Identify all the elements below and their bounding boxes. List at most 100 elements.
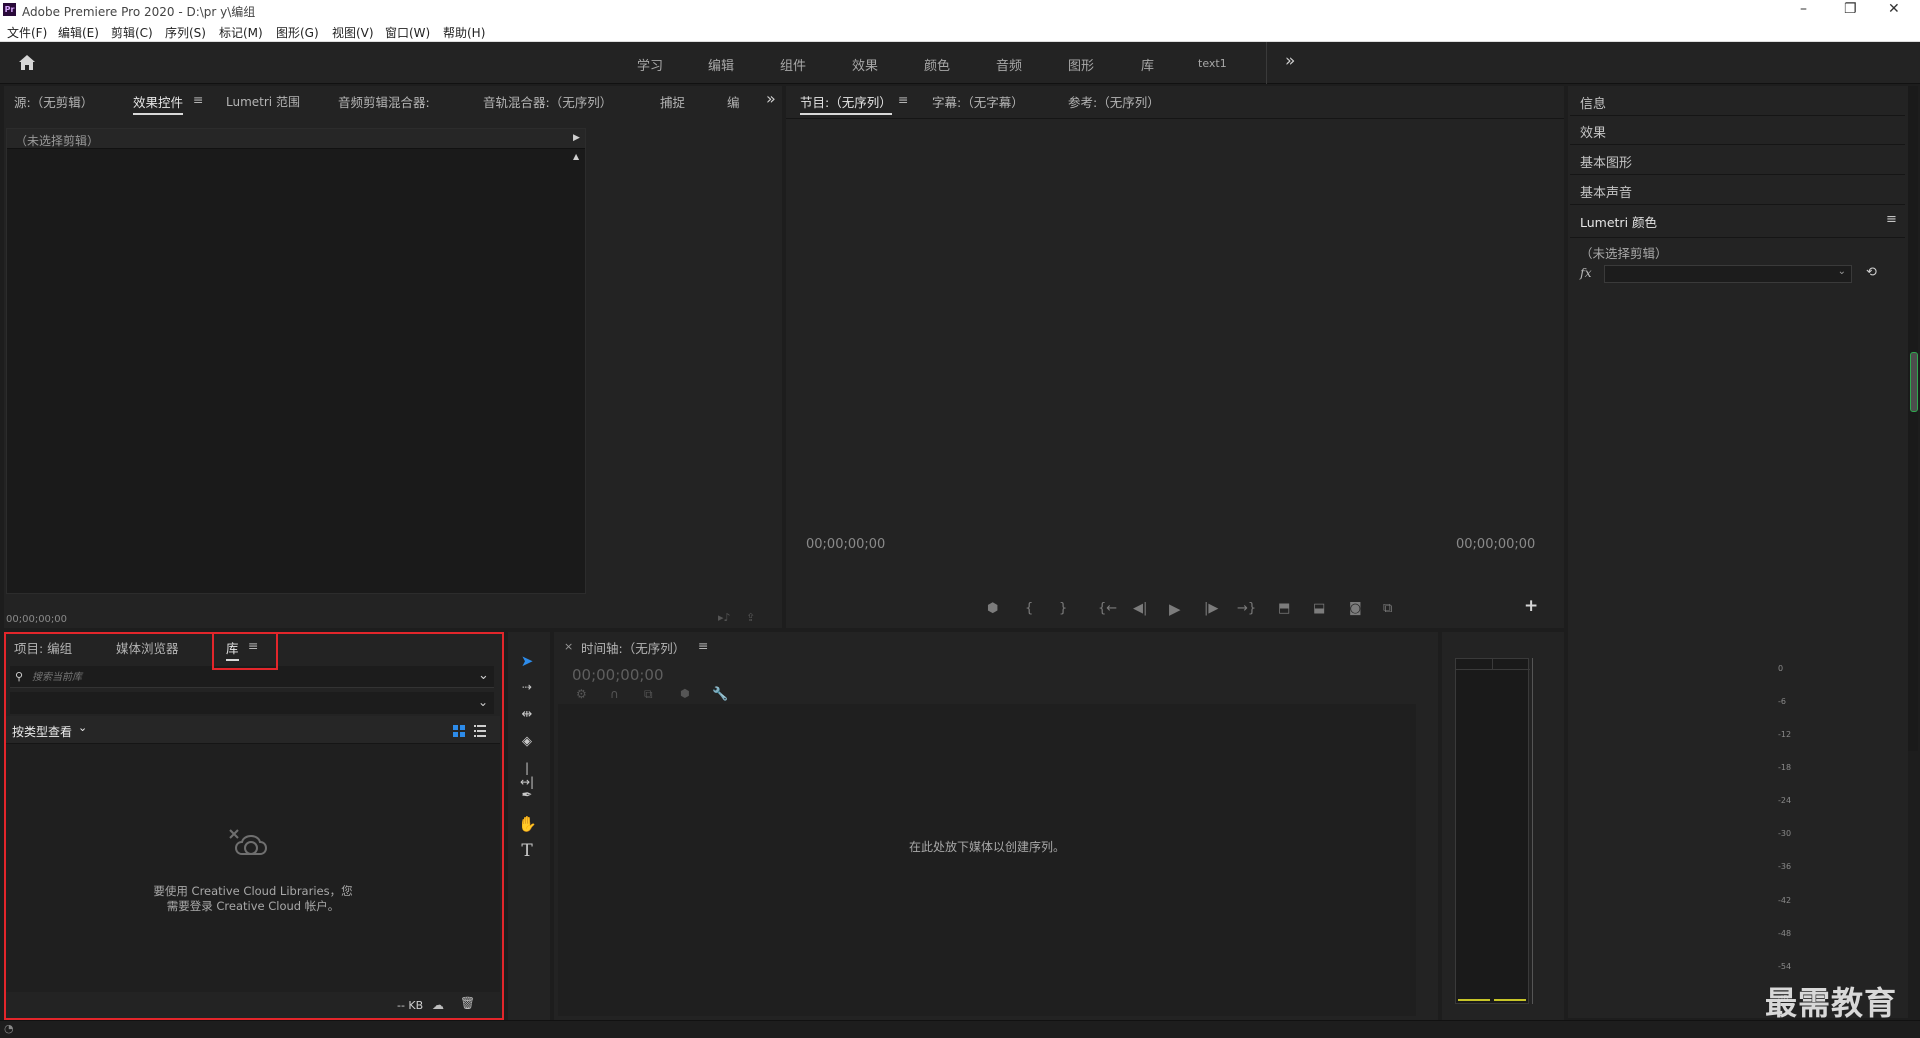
- ripple-edit-tool-icon[interactable]: ⇹: [518, 707, 536, 725]
- tab-edit-overflow[interactable]: 编: [727, 92, 740, 111]
- export-icon[interactable]: ⇪: [746, 612, 755, 623]
- workspace-tab-learn[interactable]: 学习: [637, 55, 663, 74]
- tab-timeline[interactable]: 时间轴:（无序列）: [581, 638, 685, 657]
- workspace-tab-assembly[interactable]: 组件: [780, 55, 806, 74]
- tab-lumetri-scopes[interactable]: Lumetri 范围: [226, 93, 300, 110]
- go-to-in-icon[interactable]: {←: [1098, 602, 1117, 615]
- timeline-timecode: 00;00;00;00: [572, 666, 664, 684]
- reset-icon[interactable]: ⟲: [1866, 266, 1877, 279]
- scroll-up-icon[interactable]: ▲: [573, 153, 579, 161]
- tab-captions[interactable]: 字幕:（无字幕）: [932, 92, 1024, 111]
- right-scrollbar[interactable]: [1908, 86, 1918, 751]
- mark-in-icon[interactable]: {: [1025, 602, 1033, 615]
- effect-controls-body: （未选择剪辑） ▶ ▲: [6, 128, 586, 594]
- meter-tick: 0: [1778, 664, 1784, 673]
- timeline-track-area[interactable]: 在此处放下媒体以创建序列。: [558, 704, 1416, 1016]
- lumetri-menu-icon[interactable]: ≡: [1886, 212, 1897, 227]
- panel-overflow-button[interactable]: »: [766, 89, 776, 108]
- workspace-tab-text1[interactable]: text1: [1198, 57, 1227, 70]
- workspace-tab-edit[interactable]: 编辑: [708, 55, 734, 74]
- effect-controls-panel: 源:（无剪辑） 效果控件 ≡ Lumetri 范围 音频剪辑混合器: 音轨混合器…: [4, 86, 782, 628]
- panel-essential-graphics[interactable]: 基本图形: [1570, 145, 1905, 175]
- workspace-tab-effects[interactable]: 效果: [852, 55, 878, 74]
- meter-right-level: [1494, 999, 1526, 1001]
- meter-tick: -48: [1778, 929, 1792, 938]
- effect-controls-menu-icon[interactable]: ≡: [193, 92, 203, 107]
- tab-effect-controls[interactable]: 效果控件: [133, 92, 184, 115]
- menu-marker[interactable]: 标记(M): [219, 24, 263, 41]
- mark-out-icon[interactable]: }: [1059, 602, 1067, 615]
- lift-icon[interactable]: ⬒: [1278, 602, 1290, 615]
- scroll-thumb[interactable]: [1910, 352, 1918, 412]
- expand-right-icon[interactable]: ▶: [573, 134, 580, 143]
- workspace-tab-libraries[interactable]: 库: [1141, 55, 1154, 74]
- tab-source[interactable]: 源:（无剪辑）: [14, 92, 93, 111]
- program-monitor-panel: 节目:（无序列） ≡ 字幕:（无字幕） 参考:（无序列） 00;00;00;00…: [786, 86, 1564, 628]
- nest-icon[interactable]: ⚙: [576, 688, 587, 700]
- status-icon[interactable]: ◔: [4, 1023, 14, 1034]
- razor-tool-icon[interactable]: ◈: [518, 734, 536, 752]
- panel-lumetri-color[interactable]: Lumetri 颜色 ≡: [1570, 205, 1905, 238]
- timeline-close-button[interactable]: ×: [564, 640, 573, 653]
- menu-window[interactable]: 窗口(W): [385, 24, 430, 41]
- panel-info[interactable]: 信息: [1570, 86, 1905, 116]
- menu-bar: 文件(F) 编辑(E) 剪辑(C) 序列(S) 标记(M) 图形(G) 视图(V…: [0, 20, 1920, 42]
- wrench-icon[interactable]: 🔧: [712, 688, 728, 701]
- meter-left-level: [1458, 999, 1490, 1001]
- tab-audio-track-mixer[interactable]: 音轨混合器:（无序列）: [483, 92, 612, 111]
- tab-program[interactable]: 节目:（无序列）: [800, 92, 892, 115]
- add-marker-icon[interactable]: ⬢: [680, 688, 690, 699]
- close-button[interactable]: ✕: [1888, 1, 1900, 17]
- audio-filter-icon[interactable]: ▸♪: [718, 612, 731, 623]
- highlight-library-panel: [4, 632, 504, 1020]
- menu-graphics[interactable]: 图形(G): [276, 24, 319, 41]
- meter-tick: -6: [1778, 697, 1786, 706]
- add-marker-icon[interactable]: ⬢: [987, 602, 998, 615]
- workspace-tab-audio[interactable]: 音频: [996, 55, 1022, 74]
- snap-icon[interactable]: ∩: [610, 688, 619, 700]
- slip-tool-icon[interactable]: |↔|: [518, 761, 536, 789]
- tab-capture[interactable]: 捕捉: [660, 92, 685, 111]
- menu-edit[interactable]: 编辑(E): [58, 24, 99, 41]
- workspace-tab-graphics[interactable]: 图形: [1068, 55, 1094, 74]
- program-menu-icon[interactable]: ≡: [898, 92, 908, 107]
- selection-tool-icon[interactable]: ➤: [518, 652, 536, 670]
- chevron-down-icon: ⌄: [1837, 266, 1846, 277]
- panel-essential-sound[interactable]: 基本声音: [1570, 175, 1905, 205]
- meter-tick: -18: [1778, 763, 1792, 772]
- workspace-tab-color[interactable]: 颜色: [924, 55, 950, 74]
- step-forward-icon[interactable]: |▶: [1204, 602, 1218, 615]
- menu-clip[interactable]: 剪辑(C): [111, 24, 153, 41]
- menu-view[interactable]: 视图(V): [332, 24, 374, 41]
- fx-label: fx: [1580, 265, 1592, 280]
- extract-icon[interactable]: ⬓: [1313, 602, 1325, 615]
- timeline-menu-icon[interactable]: ≡: [698, 638, 708, 653]
- restore-button[interactable]: ❐: [1844, 1, 1857, 17]
- step-back-icon[interactable]: ◀|: [1133, 602, 1147, 615]
- menu-file[interactable]: 文件(F): [7, 24, 47, 41]
- workspace-overflow-button[interactable]: »: [1285, 51, 1295, 71]
- menu-help[interactable]: 帮助(H): [443, 24, 485, 41]
- meter-tick: -24: [1778, 796, 1792, 805]
- audio-meter: [1455, 658, 1530, 1004]
- tab-reference[interactable]: 参考:（无序列）: [1068, 92, 1160, 111]
- pen-tool-icon[interactable]: ✒: [518, 788, 536, 806]
- meter-tick: -42: [1778, 896, 1792, 905]
- home-icon[interactable]: [18, 54, 36, 71]
- go-to-out-icon[interactable]: →}: [1237, 602, 1256, 615]
- meter-tick: -30: [1778, 829, 1792, 838]
- export-frame-icon[interactable]: ◙: [1349, 602, 1362, 615]
- panel-effects[interactable]: 效果: [1570, 115, 1905, 145]
- play-icon[interactable]: ▶: [1169, 602, 1181, 617]
- lumetri-preset-dropdown[interactable]: ⌄: [1604, 265, 1852, 283]
- button-editor-add[interactable]: +: [1524, 598, 1538, 615]
- tab-audio-clip-mixer[interactable]: 音频剪辑混合器:: [338, 92, 430, 111]
- hand-tool-icon[interactable]: ✋: [518, 815, 537, 833]
- minimize-button[interactable]: –: [1800, 1, 1807, 17]
- type-tool-icon[interactable]: T: [518, 841, 536, 861]
- effect-controls-timecode: 00;00;00;00: [6, 614, 68, 625]
- menu-sequence[interactable]: 序列(S): [165, 24, 206, 41]
- linked-selection-icon[interactable]: ⧉: [644, 688, 653, 700]
- comparison-view-icon[interactable]: ⧉: [1383, 602, 1392, 615]
- track-select-tool-icon[interactable]: ⇢: [518, 680, 536, 698]
